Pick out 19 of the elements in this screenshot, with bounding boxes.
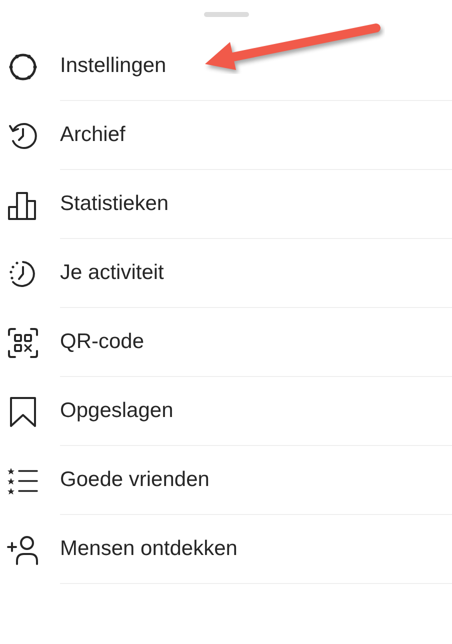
menu-item-label: Goede vrienden bbox=[60, 468, 210, 492]
drag-handle[interactable] bbox=[204, 12, 248, 17]
menu-item[interactable]: Statistieken bbox=[0, 170, 452, 239]
menu-item-label: Je activiteit bbox=[60, 261, 164, 285]
menu-item[interactable]: Opgeslagen bbox=[0, 377, 452, 446]
menu-item[interactable]: QR-code bbox=[0, 308, 452, 377]
menu-item-label: Mensen ontdekken bbox=[60, 537, 238, 561]
add-person-icon bbox=[7, 534, 39, 566]
menu-item[interactable]: Je activiteit bbox=[0, 239, 452, 308]
qr-code-icon bbox=[7, 326, 39, 358]
menu-item-label: Instellingen bbox=[60, 54, 166, 78]
menu-item-label: Statistieken bbox=[60, 192, 169, 216]
menu-item[interactable]: Mensen ontdekken bbox=[0, 515, 452, 584]
menu-item[interactable]: Archief bbox=[0, 101, 452, 170]
menu-item-label: QR-code bbox=[60, 330, 144, 354]
menu-item-label: Archief bbox=[60, 123, 126, 147]
menu-item[interactable]: Goede vrienden bbox=[0, 446, 452, 515]
menu-item-label: Opgeslagen bbox=[60, 399, 174, 423]
bookmark-icon bbox=[7, 396, 39, 428]
